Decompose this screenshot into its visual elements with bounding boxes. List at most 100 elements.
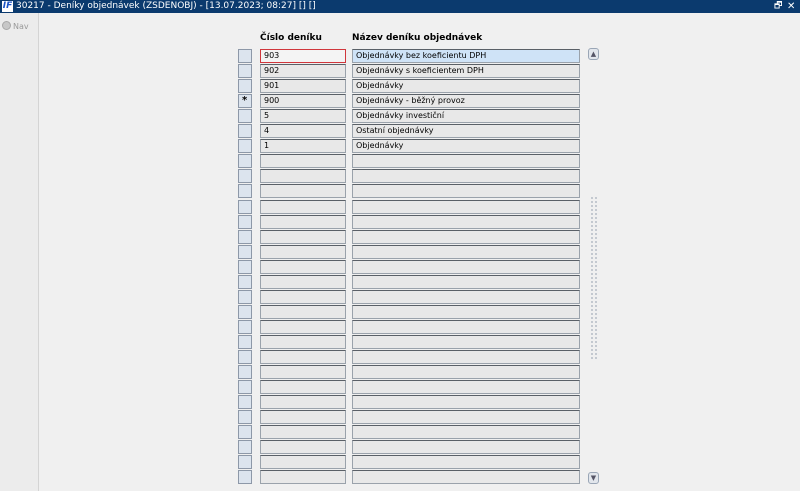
row-selector[interactable] <box>238 425 252 439</box>
row-selector[interactable] <box>238 109 252 123</box>
journal-name-field[interactable] <box>352 455 580 469</box>
row-selector[interactable] <box>238 290 252 304</box>
journal-number-field[interactable] <box>260 320 346 334</box>
journal-number-field[interactable] <box>260 245 346 259</box>
row-selector[interactable] <box>238 320 252 334</box>
journal-number-field[interactable] <box>260 154 346 168</box>
journal-name-field[interactable] <box>352 275 580 289</box>
journal-name-field[interactable] <box>352 395 580 409</box>
journal-name-field[interactable]: Objednávky investiční <box>352 109 580 123</box>
row-selector[interactable] <box>238 200 252 214</box>
row-selector[interactable] <box>238 365 252 379</box>
journal-name-field[interactable] <box>352 260 580 274</box>
nav-panel: Nav <box>0 13 39 491</box>
journal-name-field[interactable]: Objednávky s koeficientem DPH <box>352 64 580 78</box>
journal-name-field[interactable] <box>352 290 580 304</box>
journal-number-field[interactable] <box>260 410 346 424</box>
journal-number-field[interactable] <box>260 200 346 214</box>
journal-number-field[interactable] <box>260 380 346 394</box>
vertical-scrollbar[interactable]: ▲ ▼ <box>588 48 599 484</box>
close-window-icon[interactable]: ✕ <box>787 0 795 13</box>
journal-number-field[interactable]: 5 <box>260 109 346 123</box>
journal-number-field[interactable] <box>260 260 346 274</box>
journal-number-field[interactable]: 1 <box>260 139 346 153</box>
row-selector[interactable] <box>238 245 252 259</box>
journal-number-field[interactable] <box>260 184 346 198</box>
journal-number-field[interactable]: 902 <box>260 64 346 78</box>
journal-name-field[interactable]: Objednávky - běžný provoz <box>352 94 580 108</box>
journal-name-field[interactable] <box>352 245 580 259</box>
journal-name-field[interactable]: Objednávky bez koeficientu DPH <box>352 49 580 63</box>
current-row-marker: * <box>242 95 248 106</box>
row-selector[interactable] <box>238 154 252 168</box>
journal-number-field[interactable]: 903 <box>260 49 346 63</box>
journal-number-field[interactable] <box>260 215 346 229</box>
restore-window-icon[interactable]: 🗗 <box>774 0 782 13</box>
row-selector[interactable] <box>238 470 252 484</box>
column-header-name: Název deníku objednávek <box>352 33 483 43</box>
title-bar: IF 30217 - Deníky objednávek (ZSDENOBJ) … <box>0 0 800 13</box>
journal-name-field[interactable] <box>352 200 580 214</box>
journal-name-field[interactable] <box>352 230 580 244</box>
journal-name-field[interactable] <box>352 410 580 424</box>
row-selector[interactable] <box>238 49 252 63</box>
journal-number-field[interactable] <box>260 305 346 319</box>
row-selector[interactable] <box>238 335 252 349</box>
journal-name-field[interactable] <box>352 425 580 439</box>
journal-number-field[interactable] <box>260 275 346 289</box>
journal-number-field[interactable]: 4 <box>260 124 346 138</box>
journal-name-field[interactable] <box>352 335 580 349</box>
row-selector[interactable] <box>238 440 252 454</box>
row-selector[interactable] <box>238 260 252 274</box>
row-selector[interactable] <box>238 64 252 78</box>
row-selector[interactable] <box>238 169 252 183</box>
journal-number-field[interactable] <box>260 290 346 304</box>
journal-number-field[interactable] <box>260 335 346 349</box>
scroll-up-icon[interactable]: ▲ <box>588 48 599 60</box>
row-selector[interactable] <box>238 395 252 409</box>
journal-number-field[interactable] <box>260 455 346 469</box>
journal-name-field[interactable] <box>352 305 580 319</box>
journal-name-field[interactable] <box>352 169 580 183</box>
row-selector[interactable] <box>238 380 252 394</box>
row-selector[interactable] <box>238 410 252 424</box>
journal-number-field[interactable] <box>260 169 346 183</box>
journal-name-field[interactable] <box>352 184 580 198</box>
journal-number-field[interactable] <box>260 470 346 484</box>
journal-number-field[interactable] <box>260 425 346 439</box>
journal-name-field[interactable] <box>352 320 580 334</box>
row-selector[interactable] <box>238 215 252 229</box>
row-selector[interactable] <box>238 139 252 153</box>
journal-name-field[interactable] <box>352 365 580 379</box>
nav-button[interactable]: Nav <box>2 21 29 31</box>
row-selector[interactable] <box>238 184 252 198</box>
journal-name-field[interactable] <box>352 154 580 168</box>
row-selector[interactable] <box>238 305 252 319</box>
row-selector[interactable] <box>238 455 252 469</box>
journal-number-field[interactable]: 900 <box>260 94 346 108</box>
app-logo-icon: IF <box>2 1 13 12</box>
journal-number-field[interactable] <box>260 440 346 454</box>
journal-name-field[interactable]: Objednávky <box>352 79 580 93</box>
journal-name-field[interactable]: Objednávky <box>352 139 580 153</box>
row-selector[interactable] <box>238 230 252 244</box>
journal-number-field[interactable] <box>260 365 346 379</box>
row-selector[interactable] <box>238 79 252 93</box>
journal-name-field[interactable] <box>352 440 580 454</box>
journal-name-field[interactable] <box>352 470 580 484</box>
journal-number-field[interactable] <box>260 395 346 409</box>
scroll-down-icon[interactable]: ▼ <box>588 472 599 484</box>
nav-radio-icon <box>2 21 11 30</box>
journal-number-field[interactable]: 901 <box>260 79 346 93</box>
row-selector[interactable] <box>238 275 252 289</box>
journal-name-field[interactable] <box>352 380 580 394</box>
journal-name-field[interactable]: Ostatní objednávky <box>352 124 580 138</box>
scroll-thumb[interactable] <box>590 196 597 360</box>
row-selector[interactable] <box>238 350 252 364</box>
journal-name-field[interactable] <box>352 350 580 364</box>
row-selector[interactable] <box>238 124 252 138</box>
journal-name-field[interactable] <box>352 215 580 229</box>
journal-number-field[interactable] <box>260 230 346 244</box>
window-title: 30217 - Deníky objednávek (ZSDENOBJ) - [… <box>16 1 316 11</box>
journal-number-field[interactable] <box>260 350 346 364</box>
